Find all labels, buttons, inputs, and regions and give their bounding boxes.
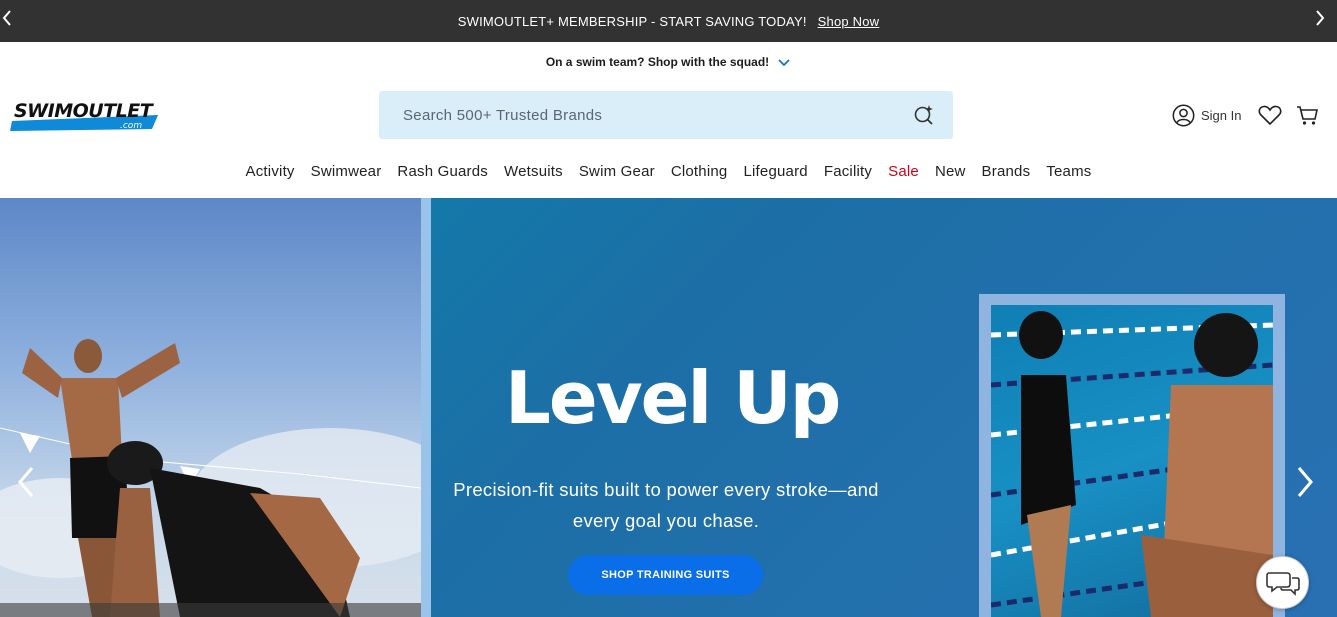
search-bar xyxy=(379,91,953,139)
hero-right-photo xyxy=(991,305,1273,617)
nav-item-clothing[interactable]: Clothing xyxy=(663,163,736,180)
nav-item-new[interactable]: New xyxy=(927,163,974,180)
cart-icon[interactable] xyxy=(1296,104,1320,126)
nav-item-facility[interactable]: Facility xyxy=(816,163,880,180)
nav-item-lifeguard[interactable]: Lifeguard xyxy=(735,163,815,180)
chevron-down-icon xyxy=(777,55,791,69)
chevron-left-icon[interactable] xyxy=(1,8,17,28)
chat-button[interactable] xyxy=(1256,556,1309,609)
team-bar-text: On a swim team? Shop with the squad! xyxy=(545,55,770,69)
hero-title: Level Up xyxy=(505,356,841,440)
team-bar[interactable]: On a swim team? Shop with the squad! xyxy=(0,52,1337,72)
carousel-prev-arrow[interactable] xyxy=(14,464,38,500)
carousel-next-arrow[interactable] xyxy=(1293,464,1317,500)
nav-item-swim-gear[interactable]: Swim Gear xyxy=(571,163,663,180)
promo-message: SWIMOUTLET+ MEMBERSHIP - START SAVING TO… xyxy=(457,13,807,29)
promo-bar: SWIMOUTLET+ MEMBERSHIP - START SAVING TO… xyxy=(0,0,1337,42)
nav-item-sale[interactable]: Sale xyxy=(880,163,927,180)
nav-item-rash-guards[interactable]: Rash Guards xyxy=(389,163,496,180)
hero-banner: Level Up Precision-fit suits built to po… xyxy=(0,198,1337,617)
hero-subtitle: Precision-fit suits built to power every… xyxy=(453,479,879,531)
search-input[interactable] xyxy=(403,106,883,124)
nav-item-activity[interactable]: Activity xyxy=(238,163,303,180)
svg-text:.com: .com xyxy=(120,121,142,131)
promo-shop-now-link[interactable]: Shop Now xyxy=(818,14,880,29)
hero-right-frame xyxy=(979,294,1285,617)
nav-item-swimwear[interactable]: Swimwear xyxy=(303,163,390,180)
heart-icon[interactable] xyxy=(1258,104,1282,126)
nav-item-brands[interactable]: Brands xyxy=(974,163,1039,180)
sign-in-link[interactable]: Sign In xyxy=(1172,104,1241,127)
sign-in-label: Sign In xyxy=(1201,108,1242,123)
chat-bubbles-icon xyxy=(1265,571,1300,596)
nav-item-teams[interactable]: Teams xyxy=(1038,163,1099,180)
shop-training-suits-button[interactable]: SHOP TRAINING SUITS xyxy=(568,555,763,595)
search-sparkle-icon[interactable] xyxy=(913,104,935,126)
user-icon xyxy=(1172,104,1195,127)
hero-left-photo xyxy=(0,198,421,617)
site-logo[interactable]: SWIMOUTLET .com xyxy=(10,97,160,137)
chevron-right-icon[interactable] xyxy=(1314,8,1330,28)
nav-item-wetsuits[interactable]: Wetsuits xyxy=(496,163,571,180)
main-nav: Activity Swimwear Rash Guards Wetsuits S… xyxy=(0,163,1337,180)
hero-divider xyxy=(421,198,431,617)
svg-text:SWIMOUTLET: SWIMOUTLET xyxy=(14,100,155,122)
